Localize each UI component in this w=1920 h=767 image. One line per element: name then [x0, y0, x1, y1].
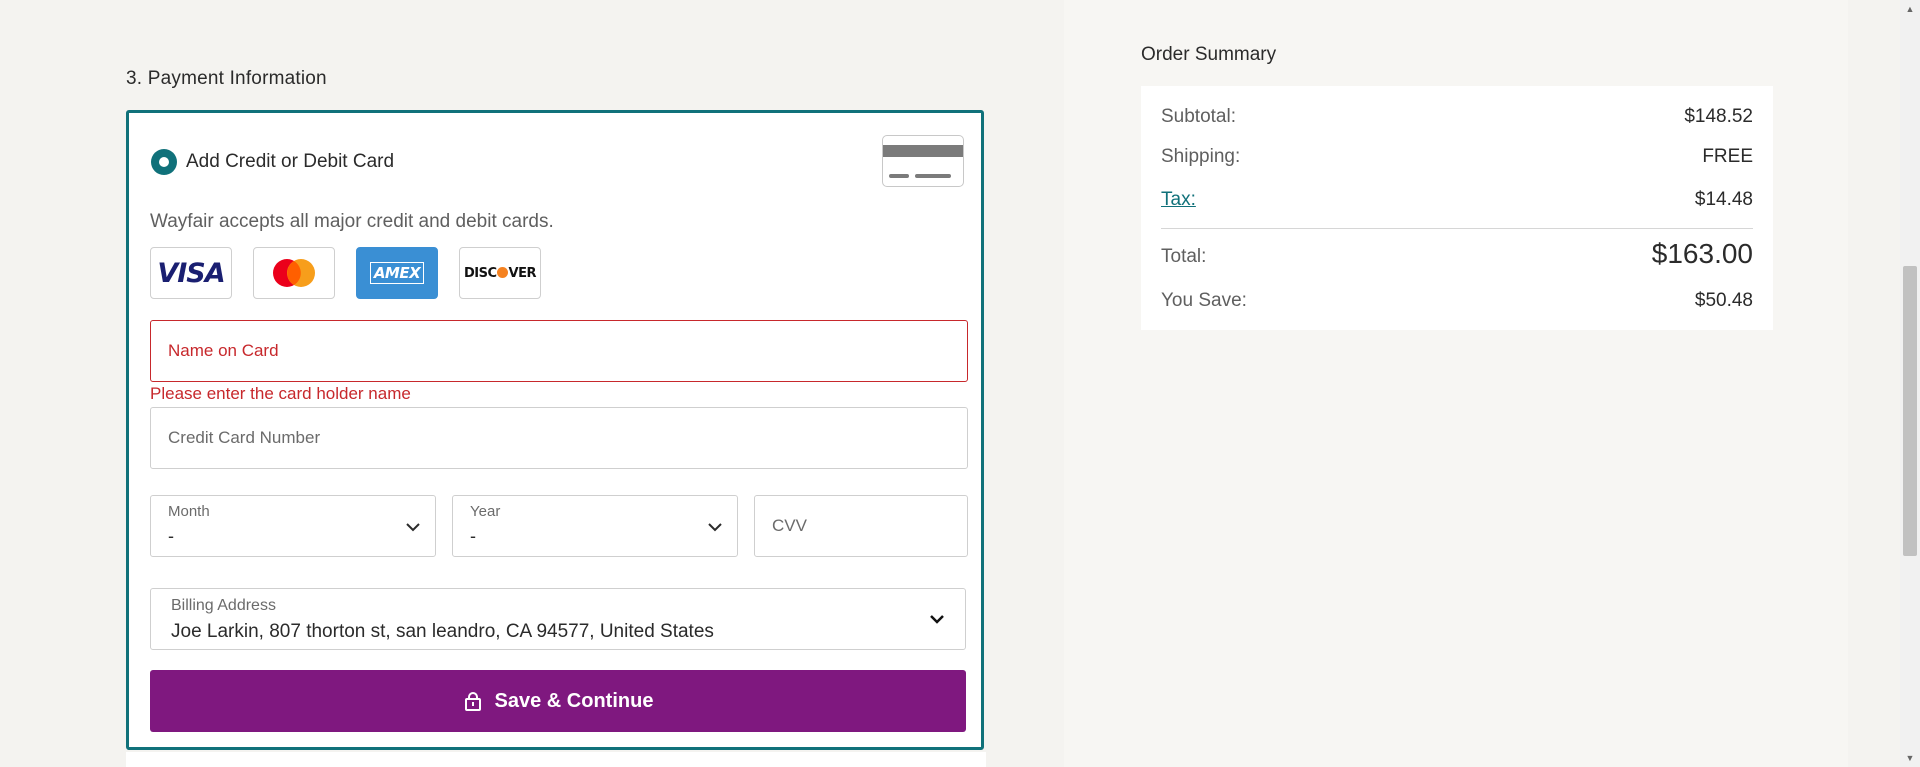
subtotal-row: Subtotal: $148.52	[1161, 106, 1753, 128]
scroll-down-arrow-icon[interactable]: ▼	[1905, 753, 1915, 763]
mastercard-logo-icon	[253, 247, 335, 299]
summary-divider	[1161, 228, 1753, 229]
chevron-down-icon	[930, 615, 944, 624]
total-label: Total:	[1161, 246, 1207, 267]
amex-logo-icon: AMEX	[356, 247, 438, 299]
you-save-row: You Save: $50.48	[1161, 290, 1753, 312]
year-label: Year	[470, 503, 501, 520]
lock-icon	[464, 692, 481, 711]
year-select[interactable]: Year -	[452, 495, 738, 557]
year-value: -	[470, 526, 476, 546]
tax-row: Tax: $14.48	[1161, 189, 1753, 211]
scroll-up-arrow-icon[interactable]: ▲	[1905, 4, 1915, 14]
billing-address-value: Joe Larkin, 807 thorton st, san leandro,…	[171, 621, 714, 642]
name-error-message: Please enter the card holder name	[150, 384, 411, 403]
order-summary-box: Subtotal: $148.52 Shipping: FREE Tax: $1…	[1141, 86, 1773, 330]
tax-value: $14.48	[1694, 189, 1753, 210]
accepted-cards-text: Wayfair accepts all major credit and deb…	[150, 211, 554, 232]
cvv-field[interactable]: CVV	[754, 495, 968, 557]
cvv-placeholder: CVV	[772, 516, 807, 535]
scrollbar-thumb[interactable]	[1903, 266, 1917, 556]
billing-address-select[interactable]: Billing Address Joe Larkin, 807 thorton …	[150, 588, 966, 650]
shipping-value: FREE	[1702, 146, 1753, 167]
you-save-label: You Save:	[1161, 290, 1247, 311]
subtotal-label: Subtotal:	[1161, 106, 1236, 127]
payment-card-panel: Add Credit or Debit Card Wayfair accepts…	[126, 110, 984, 750]
billing-address-label: Billing Address	[171, 597, 276, 614]
subtotal-value: $148.52	[1684, 106, 1753, 127]
card-number-placeholder: Credit Card Number	[168, 428, 321, 447]
add-card-option-label[interactable]: Add Credit or Debit Card	[186, 151, 394, 173]
month-label: Month	[168, 503, 210, 520]
total-row: Total: $163.00	[1161, 238, 1753, 269]
month-select[interactable]: Month -	[150, 495, 436, 557]
total-value: $163.00	[1651, 238, 1753, 269]
chevron-down-icon	[708, 523, 722, 532]
save-continue-button[interactable]: Save & Continue	[150, 670, 966, 732]
shipping-row: Shipping: FREE	[1161, 146, 1753, 168]
shipping-label: Shipping:	[1161, 146, 1241, 167]
credit-card-icon	[882, 135, 964, 187]
radio-selected-icon[interactable]	[151, 149, 177, 175]
chevron-down-icon	[406, 523, 420, 532]
name-on-card-placeholder: Name on Card	[168, 341, 279, 360]
card-number-field[interactable]: Credit Card Number	[150, 407, 968, 469]
month-value: -	[168, 526, 174, 546]
discover-logo-icon: DISC VER	[459, 247, 541, 299]
next-section-edge	[126, 752, 986, 767]
you-save-value: $50.48	[1694, 290, 1753, 311]
name-on-card-field[interactable]: Name on Card	[150, 320, 968, 382]
order-summary-title: Order Summary	[1141, 44, 1277, 65]
tax-link[interactable]: Tax:	[1161, 189, 1196, 210]
save-continue-label: Save & Continue	[494, 689, 654, 712]
section-title: 3. Payment Information	[126, 68, 327, 89]
visa-logo-icon: VISA	[150, 247, 232, 299]
